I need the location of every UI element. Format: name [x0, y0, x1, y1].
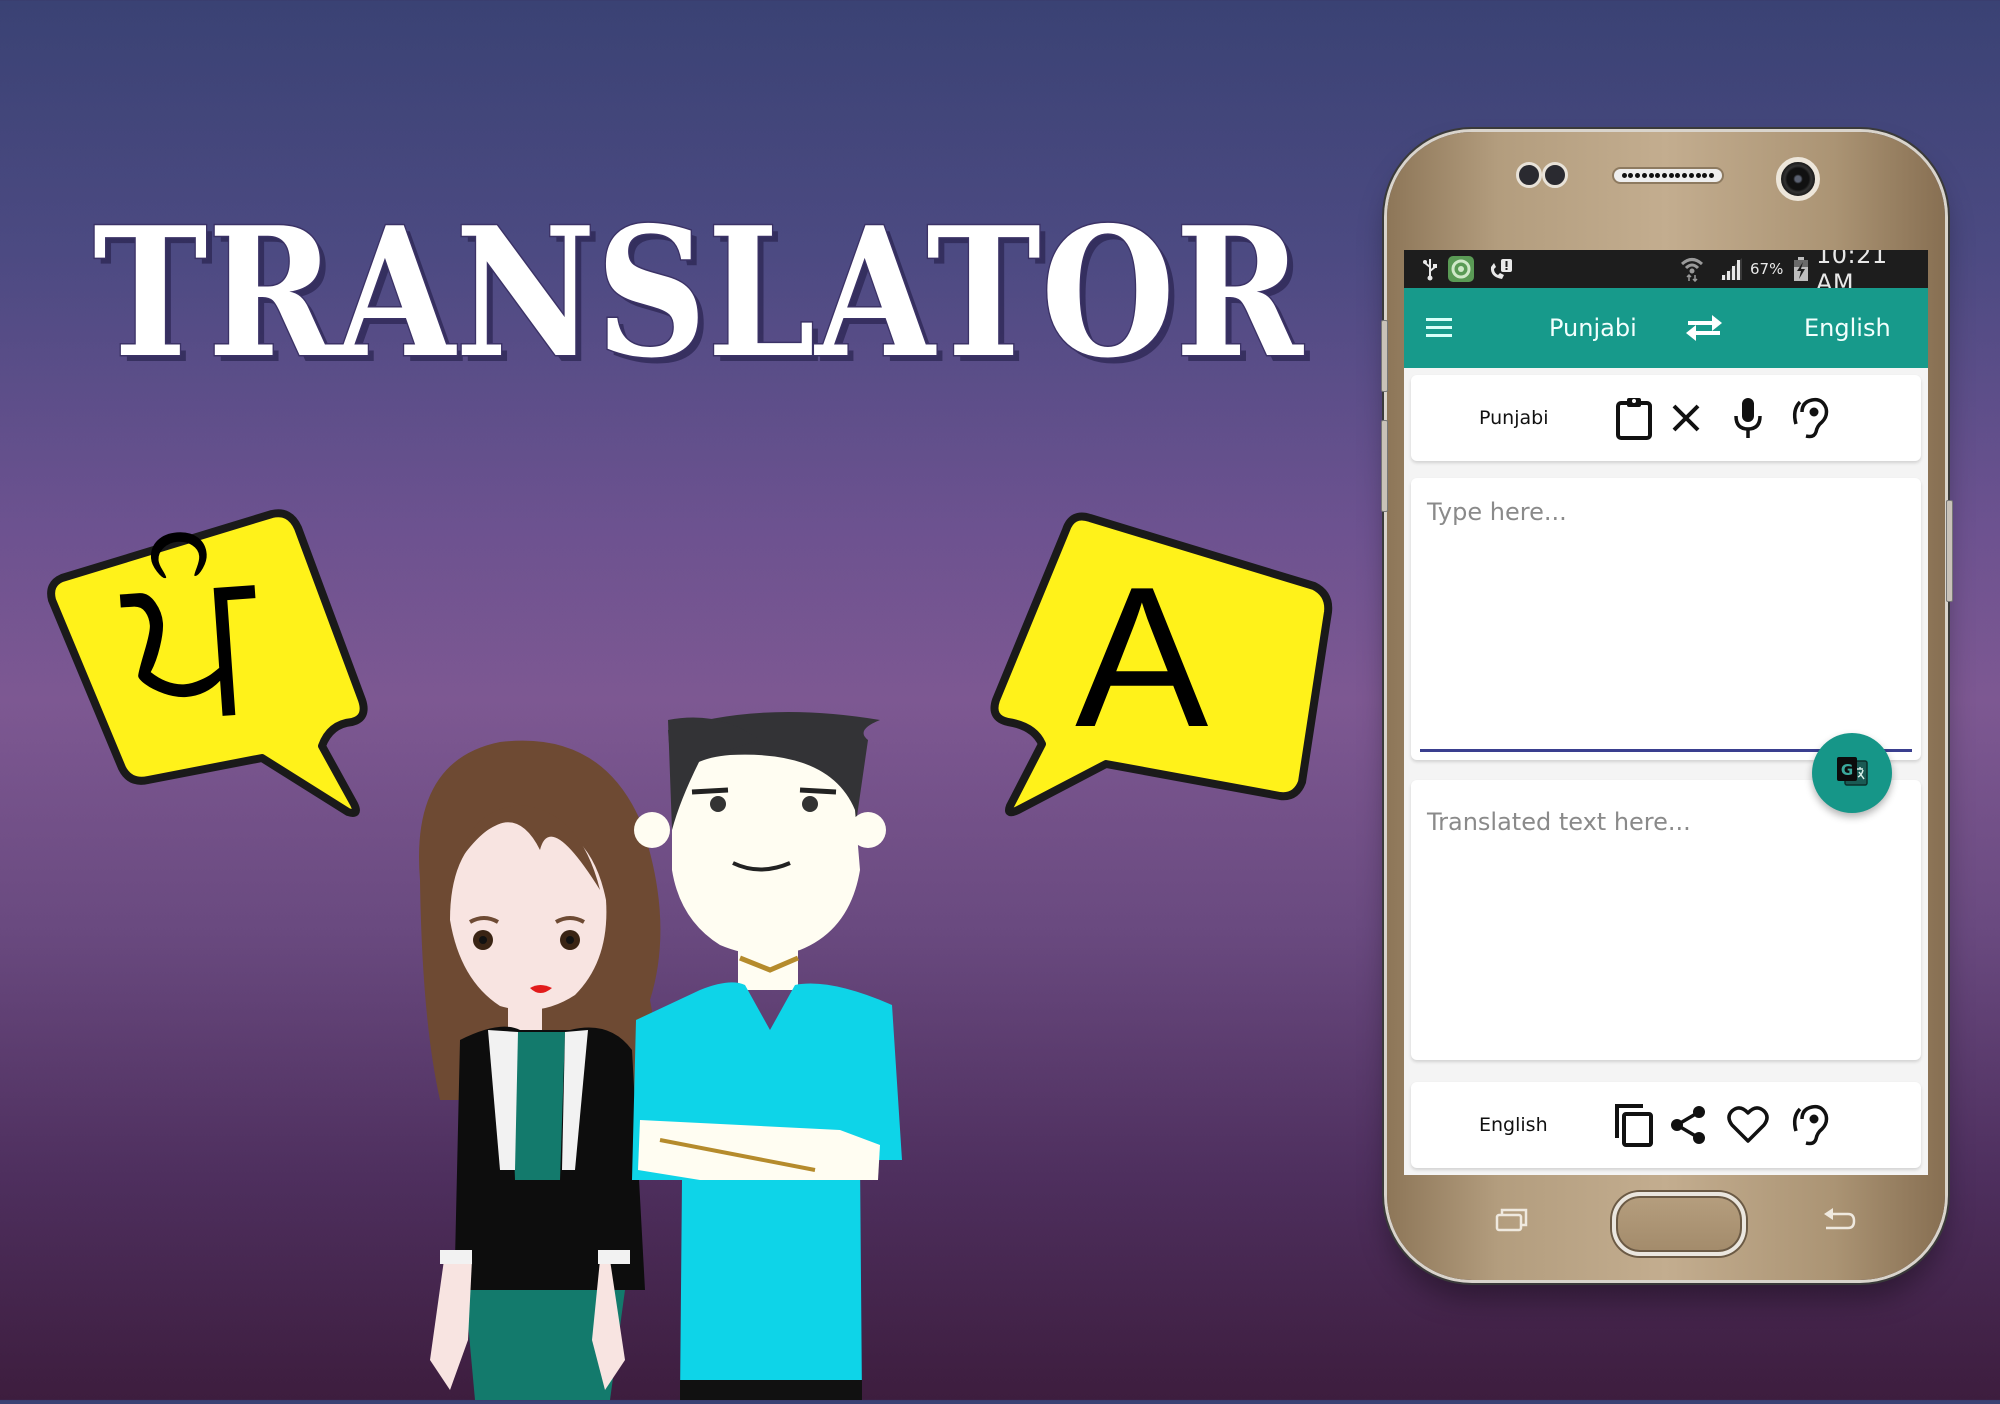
- power-button: [1946, 500, 1953, 602]
- source-text-input[interactable]: Type here...: [1427, 498, 1567, 526]
- source-language-selector[interactable]: Punjabi: [1549, 288, 1637, 368]
- target-language-selector[interactable]: English: [1804, 288, 1891, 368]
- translated-text-output: Translated text here...: [1427, 808, 1691, 836]
- phone-screen: 67% 10:21 AM Punjabi English Punjabi Typ…: [1404, 250, 1928, 1175]
- light-sensor: [1542, 162, 1568, 188]
- front-camera: [1776, 157, 1820, 201]
- clipboard-icon[interactable]: [1609, 393, 1659, 443]
- back-icon[interactable]: [1822, 1206, 1856, 1238]
- status-time: 10:21 AM: [1816, 250, 1888, 297]
- svg-text:G: G: [1841, 761, 1853, 779]
- translate-button[interactable]: G: [1812, 733, 1892, 813]
- proximity-sensor: [1516, 162, 1542, 188]
- source-toolbar: Punjabi: [1411, 375, 1921, 461]
- heart-icon[interactable]: [1723, 1100, 1773, 1150]
- usb-icon: [1422, 250, 1438, 288]
- target-language-label: English: [1479, 1114, 1548, 1136]
- swap-arrows-icon[interactable]: [1682, 310, 1726, 346]
- app-notification-icon: [1448, 250, 1474, 288]
- source-text-card: Type here...: [1411, 478, 1921, 760]
- target-toolbar: English: [1411, 1082, 1921, 1168]
- earpiece-speaker: [1612, 167, 1724, 184]
- volume-button: [1381, 320, 1388, 392]
- home-button[interactable]: [1612, 1192, 1746, 1256]
- translated-text-card: Translated text here...: [1411, 780, 1921, 1060]
- banner-title: TRANSLATOR TRANSLATOR: [70, 185, 1330, 404]
- status-bar: 67% 10:21 AM: [1404, 250, 1928, 297]
- hearing-icon[interactable]: [1785, 393, 1835, 443]
- copy-icon[interactable]: [1609, 1100, 1659, 1150]
- share-icon[interactable]: [1663, 1100, 1713, 1150]
- punjabi-speech-bubble: ਪੰ: [30, 500, 390, 830]
- battery-percent: 67%: [1750, 260, 1784, 278]
- english-glyph: A: [1075, 546, 1209, 769]
- man-character: [632, 712, 902, 1400]
- close-icon[interactable]: [1661, 393, 1711, 443]
- google-translate-icon: G: [1835, 755, 1869, 791]
- signal-icon: [1720, 250, 1742, 288]
- missed-call-icon: [1488, 250, 1514, 288]
- punjabi-glyph: ਪੰ: [116, 518, 262, 761]
- source-language-label: Punjabi: [1479, 407, 1549, 429]
- woman-character: [419, 740, 661, 1400]
- hearing-icon[interactable]: [1785, 1100, 1835, 1150]
- characters-illustration: [400, 700, 1040, 1400]
- banner-title-text: TRANSLATOR: [93, 188, 1304, 385]
- app-bar: Punjabi English: [1404, 288, 1928, 368]
- wifi-icon: [1680, 250, 1704, 288]
- hamburger-menu-icon[interactable]: [1424, 314, 1456, 342]
- recent-apps-icon[interactable]: [1495, 1207, 1529, 1237]
- battery-charging-icon: [1794, 250, 1808, 288]
- volume-button: [1381, 420, 1388, 512]
- microphone-icon[interactable]: [1723, 393, 1773, 443]
